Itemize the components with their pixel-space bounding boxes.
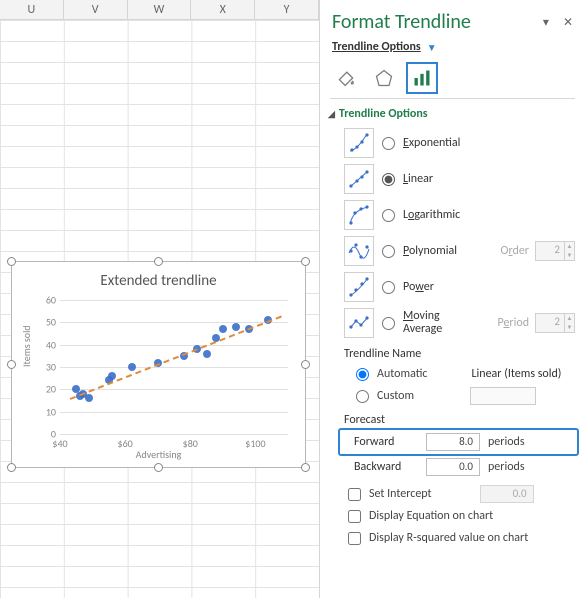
close-icon[interactable]: ✕ [563,15,573,30]
col-header[interactable]: W [128,0,192,19]
x-tick: $40 [52,437,67,450]
y-tick: 40 [38,338,56,351]
polynomial-label[interactable]: Polynomial [403,245,457,258]
options-selector-label[interactable]: Trendline Options [332,40,421,54]
display-equation-checkbox[interactable] [348,510,361,523]
set-intercept-checkbox[interactable] [348,488,361,501]
logarithmic-radio[interactable] [382,209,395,222]
y-tick: 50 [38,316,56,329]
data-point[interactable] [203,350,211,358]
trendline[interactable] [69,316,281,400]
resize-handle[interactable] [154,257,163,266]
y-tick: 30 [38,361,56,374]
tab-fill-line[interactable] [332,64,360,92]
column-headers: U V W X Y [0,0,319,20]
linear-label[interactable]: Linear [403,173,433,186]
set-intercept-label[interactable]: Set Intercept [369,487,432,501]
power-icon [344,272,374,302]
exponential-icon [344,128,374,158]
linear-radio[interactable] [382,173,395,186]
embedded-chart[interactable]: Extended trendline Items sold Advertisin… [11,261,306,468]
dropdown-icon[interactable]: ▼ [427,41,437,54]
resize-handle[interactable] [154,463,163,472]
automatic-name-label[interactable]: Automatic [377,367,427,381]
y-axis-label[interactable]: Items sold [20,325,33,367]
display-equation-label[interactable]: Display Equation on chart [369,509,493,523]
resize-handle[interactable] [301,360,310,369]
custom-name-label[interactable]: Custom [377,389,414,403]
section-heading[interactable]: Trendline Options [339,107,428,121]
set-intercept-input: 0.0 [480,485,534,503]
paint-bucket-icon [336,68,356,88]
polynomial-radio[interactable] [382,245,395,258]
data-point[interactable] [128,363,136,371]
bar-chart-icon [412,68,432,88]
tab-effects[interactable] [370,64,398,92]
pane-options-dropdown-icon[interactable]: ▾ [543,15,549,30]
periods-unit: periods [488,435,525,449]
x-tick: $80 [183,437,198,450]
x-tick: $60 [118,437,133,450]
col-header[interactable]: V [64,0,128,19]
linear-icon [344,164,374,194]
backward-input[interactable]: 0.0 [426,458,480,476]
power-label[interactable]: Power [403,281,434,294]
col-header[interactable]: Y [255,0,319,19]
y-tick: 60 [38,294,56,307]
exponential-label[interactable]: Exponential [403,137,460,150]
resize-handle[interactable] [7,257,16,266]
pentagon-icon [374,68,394,88]
periods-unit: periods [488,460,525,474]
collapse-icon[interactable]: ◢ [328,109,335,120]
automatic-name-radio[interactable] [356,368,369,381]
col-header[interactable]: X [191,0,255,19]
y-tick: 10 [38,405,56,418]
forward-label: Forward [344,435,418,449]
power-radio[interactable] [382,281,395,294]
automatic-name-value: Linear (Items sold) [471,367,561,381]
pane-title: Format Trendline [332,10,471,34]
custom-name-input[interactable] [470,387,536,405]
backward-row: Backward 0.0 periods [344,455,573,479]
data-point[interactable] [108,372,116,380]
period-label: Period [497,316,529,330]
forward-row: Forward 8.0 periods [340,430,577,454]
moving-average-label[interactable]: MovingAverage [403,310,442,335]
polynomial-icon [344,236,374,266]
trendline-name-heading: Trendline Name [320,341,585,363]
order-spinner: 2 ▲▼ [535,241,575,261]
logarithmic-icon [344,200,374,230]
forecast-heading: Forecast [320,407,585,429]
logarithmic-label[interactable]: Logarithmic [403,209,460,222]
plot-area[interactable]: 0102030405060$40$60$80$100 [60,300,288,434]
order-label: Order [501,244,529,258]
y-tick: 20 [38,383,56,396]
display-r2-checkbox[interactable] [348,532,361,545]
moving-average-radio[interactable] [382,317,395,330]
col-header[interactable]: U [0,0,64,19]
chart-title[interactable]: Extended trendline [12,272,305,290]
backward-label: Backward [344,460,418,474]
exponential-radio[interactable] [382,137,395,150]
forward-input[interactable]: 8.0 [426,433,480,451]
resize-handle[interactable] [7,463,16,472]
x-tick: $100 [245,437,265,450]
resize-handle[interactable] [301,463,310,472]
data-point[interactable] [219,325,227,333]
display-r2-label[interactable]: Display R-squared value on chart [369,531,528,545]
data-point[interactable] [232,323,240,331]
format-trendline-pane: Format Trendline ▾ ✕ Trendline Options ▼… [319,0,585,598]
resize-handle[interactable] [7,360,16,369]
worksheet-grid: U V W X Y Extended trendline Items sold … [0,0,319,598]
custom-name-radio[interactable] [356,390,369,403]
moving-average-icon [344,308,374,338]
resize-handle[interactable] [301,257,310,266]
period-spinner: 2 ▲▼ [535,313,575,333]
data-point[interactable] [85,394,93,402]
tab-trendline-options[interactable] [408,64,436,92]
